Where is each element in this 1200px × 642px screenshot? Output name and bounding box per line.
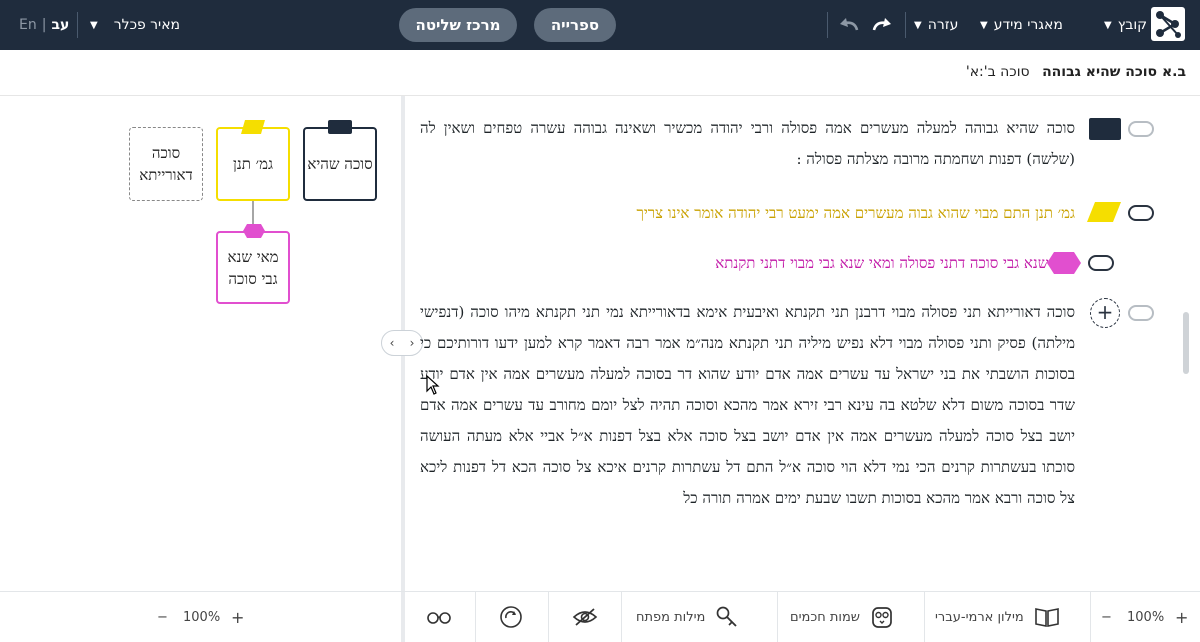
dictionary-label: מילון ארמי-עברי [935, 609, 1024, 625]
diagram-node-sukkah[interactable]: סוכה שהיא [303, 127, 377, 201]
node-label: מאי שנא גבי סוכה [227, 247, 279, 288]
redo-icon [872, 18, 891, 31]
diagram-node-deoraita[interactable]: סוכה דאורייתא [129, 127, 203, 201]
divider [777, 592, 778, 642]
zoom-out-left[interactable]: − [157, 592, 168, 642]
divider [1090, 592, 1091, 642]
hexagon-marker-icon[interactable] [1046, 251, 1082, 275]
zoom-value: 100% [183, 609, 221, 625]
chevron-right-icon[interactable]: › [410, 336, 415, 350]
hexagon-marker-icon [243, 224, 265, 238]
divider [475, 592, 476, 642]
plus-icon: + [231, 607, 245, 627]
zoom-level-right: 100% [1127, 592, 1164, 642]
keywords-label: מילות מפתח [636, 609, 706, 625]
menu-file-label: קובץ [1117, 17, 1148, 33]
hide-button[interactable] [572, 592, 598, 642]
minus-icon: − [1101, 609, 1112, 625]
chevron-down-icon: ▼ [914, 19, 922, 31]
menu-help[interactable]: ▼ עזרה [914, 0, 958, 50]
breadcrumb-sub: סוכה ב':א' [965, 64, 1030, 80]
control-center-button[interactable]: מרכז שליטה [399, 8, 517, 42]
zoom-level-left: 100% [183, 592, 220, 642]
sages-button[interactable]: שמות חכמים [790, 592, 894, 642]
redo-button[interactable] [871, 0, 893, 50]
glasses-button[interactable] [426, 592, 452, 642]
undo-button[interactable] [838, 0, 860, 50]
library-label: ספרייה [550, 16, 600, 34]
pane-divider[interactable] [401, 96, 405, 642]
lang-he[interactable]: עב [51, 17, 69, 33]
book-icon [1034, 608, 1059, 627]
divider [548, 592, 549, 642]
parallelogram-marker-icon [241, 120, 265, 134]
chevron-down-icon: ▼ [90, 19, 98, 31]
user-menu[interactable]: ▼ מאיר פכלר [90, 0, 180, 50]
plus-icon: + [1175, 607, 1189, 627]
node-label: גמ׳ תנן [233, 155, 273, 173]
diagram-node-mai[interactable]: מאי שנא גבי סוכה [216, 231, 290, 304]
divider [401, 592, 405, 642]
text-paragraph[interactable]: גמ׳ תנן התם מבוי שהוא גבוה מעשרים אמה ימ… [420, 198, 1075, 229]
dictionary-button[interactable]: מילון ארמי-עברי [935, 592, 1060, 642]
network-logo-icon [1156, 11, 1181, 38]
node-label: סוכה דאורייתא [139, 144, 193, 184]
keywords-button[interactable]: מילות מפתח [636, 592, 739, 642]
scrollbar[interactable] [1183, 312, 1189, 374]
refresh-button[interactable] [499, 592, 523, 642]
breadcrumb-text: ב.א סוכה שהיא גבוהה סוכה ב':א' [966, 64, 1186, 80]
zoom-out-right[interactable]: − [1101, 592, 1112, 642]
divider [827, 12, 828, 38]
language-switcher: En | עב [19, 0, 69, 50]
pane-toggle[interactable]: ‹ › [381, 330, 423, 356]
link-icon[interactable] [1128, 121, 1154, 137]
menu-file[interactable]: ▼ קובץ [1104, 0, 1147, 50]
sages-label: שמות חכמים [790, 609, 860, 625]
chevron-down-icon: ▼ [1104, 19, 1112, 31]
diagram-node-gemara[interactable]: גמ׳ תנן [216, 127, 290, 201]
zoom-value: 100% [1127, 609, 1165, 625]
app-logo[interactable] [1151, 7, 1185, 41]
square-marker-icon[interactable] [1089, 118, 1121, 140]
square-marker-icon [328, 120, 352, 134]
undo-icon [840, 18, 859, 31]
bottom-toolbar: − 100% + מילות מפתח שמות חכמים מילון ארמ… [0, 591, 1200, 642]
user-name: מאיר פכלר [113, 17, 181, 33]
control-center-label: מרכז שליטה [415, 16, 501, 34]
glasses-icon [427, 612, 451, 624]
refresh-icon [500, 606, 522, 628]
add-marker-button[interactable]: + [1090, 298, 1120, 328]
node-label: סוכה שהיא [307, 155, 373, 173]
link-icon[interactable] [1128, 305, 1154, 321]
divider [77, 12, 78, 38]
top-bar: ▼ קובץ ▼ מאגרי מידע ▼ עזרה ספרייה מרכז ש… [0, 0, 1200, 50]
text-paragraph[interactable]: סוכה דאורייתא תני פסולה מבוי דרבנן תני ת… [420, 297, 1075, 591]
chevron-down-icon: ▼ [980, 19, 988, 31]
parallelogram-marker-icon[interactable] [1086, 201, 1122, 223]
zoom-in-right[interactable]: + [1175, 592, 1188, 642]
text-paragraph[interactable]: סוכה שהיא גבוהה למעלה מעשרים אמה פסולה ו… [420, 113, 1075, 179]
minus-icon: − [157, 609, 168, 625]
breadcrumb: ב.א סוכה שהיא גבוהה סוכה ב':א' [0, 50, 1200, 96]
library-button[interactable]: ספרייה [534, 8, 616, 42]
link-icon[interactable] [1088, 255, 1114, 271]
text-paragraph[interactable]: מאי שנא גבי סוכה דתני פסולה ומאי שנא גבי… [420, 248, 1075, 279]
menu-help-label: עזרה [927, 17, 959, 33]
link-icon[interactable] [1128, 205, 1154, 221]
app-window: ▼ קובץ ▼ מאגרי מידע ▼ עזרה ספרייה מרכז ש… [0, 0, 1200, 642]
zoom-in-left[interactable]: + [231, 592, 244, 642]
chevron-left-icon[interactable]: ‹ [390, 336, 395, 350]
divider [924, 592, 925, 642]
lang-en[interactable]: En [19, 17, 37, 33]
divider [621, 592, 622, 642]
owl-icon [872, 607, 892, 628]
key-icon [716, 606, 738, 627]
breadcrumb-title: ב.א סוכה שהיא גבוהה [1042, 64, 1186, 80]
eye-off-icon [572, 608, 598, 626]
lang-sep: | [41, 17, 47, 33]
divider [905, 12, 906, 38]
menu-sources-label: מאגרי מידע [993, 17, 1063, 33]
menu-sources[interactable]: ▼ מאגרי מידע [980, 0, 1063, 50]
mouse-cursor-icon [426, 375, 440, 395]
